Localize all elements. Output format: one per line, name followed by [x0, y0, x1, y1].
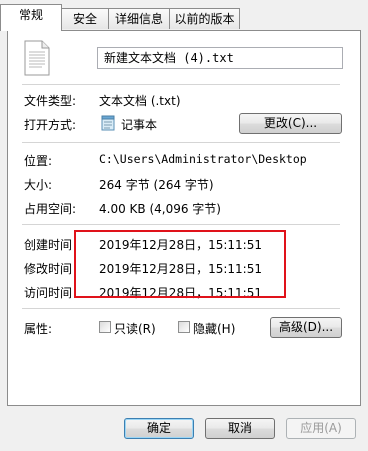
notepad-icon: [100, 115, 116, 131]
tab-details[interactable]: 详细信息: [108, 8, 170, 29]
file-type-value: 文本文档 (.txt): [99, 94, 181, 108]
readonly-label[interactable]: 只读(R): [114, 320, 156, 337]
divider: [22, 224, 340, 226]
tab-general[interactable]: 常规: [0, 4, 62, 31]
tab-security[interactable]: 安全: [61, 8, 109, 29]
attributes-label: 属性:: [24, 322, 53, 336]
hidden-label[interactable]: 隐藏(H): [193, 320, 235, 337]
divider: [22, 308, 340, 310]
cancel-button[interactable]: 取消: [205, 418, 275, 439]
tab-previous-versions[interactable]: 以前的版本: [169, 8, 240, 29]
text-document-icon: [22, 40, 52, 76]
location-value: C:\Users\Administrator\Desktop: [99, 152, 307, 166]
change-button[interactable]: 更改(C)...: [239, 113, 342, 134]
modified-label: 修改时间: [24, 262, 73, 276]
apply-button[interactable]: 应用(A): [286, 418, 356, 439]
opens-with-value: 记事本: [121, 118, 158, 132]
readonly-checkbox[interactable]: [99, 321, 111, 333]
location-label: 位置:: [24, 154, 53, 168]
divider: [22, 142, 340, 144]
general-panel: [7, 30, 361, 406]
size-label: 大小:: [24, 178, 53, 192]
hidden-checkbox[interactable]: [178, 321, 190, 333]
highlight-box: [74, 230, 286, 298]
opens-with-label: 打开方式:: [24, 118, 77, 132]
tab-strip: 常规 安全 详细信息 以前的版本: [0, 0, 368, 31]
filename-field[interactable]: 新建文本文档 (4).txt: [97, 47, 343, 69]
divider: [22, 84, 340, 86]
ok-button[interactable]: 确定: [124, 418, 194, 439]
disk-size-value: 4.00 KB (4,096 字节): [99, 202, 221, 216]
accessed-label: 访问时间: [24, 286, 73, 300]
file-type-label: 文件类型:: [24, 94, 77, 108]
advanced-button[interactable]: 高级(D)...: [270, 317, 342, 338]
disk-size-label: 占用空间:: [24, 202, 77, 216]
created-label: 创建时间: [24, 238, 73, 252]
size-value: 264 字节 (264 字节): [99, 178, 214, 192]
